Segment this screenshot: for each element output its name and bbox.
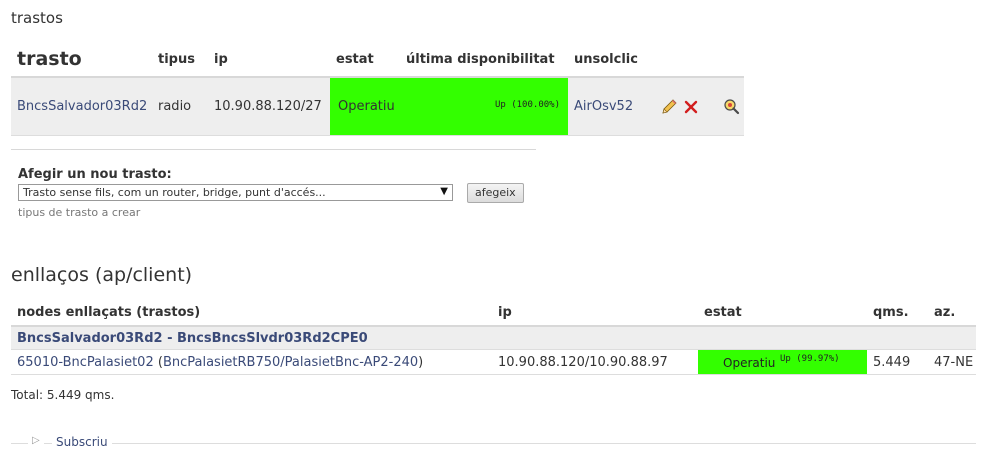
col-header-availability: última disponibilitat [400, 42, 568, 78]
device-type: radio [152, 77, 208, 136]
link-group-row: BncsSalvador03Rd2 - BncsBncsSlvdr03Rd2CP… [11, 326, 976, 350]
device-row: BncsSalvador03Rd2 radio 10.90.88.120/27 … [11, 77, 744, 136]
link-status-cell: Operatiu Up (99.97%) [698, 349, 867, 375]
add-device-label: Afegir un nou trasto: [18, 167, 172, 182]
device-ip: 10.90.88.120/27 [208, 77, 330, 136]
devices-section-title: trastos [11, 9, 63, 27]
section-divider [11, 149, 536, 150]
device-status: Operatiu [338, 99, 395, 114]
add-device-form: Afegir un nou trasto: Trasto sense fils,… [18, 167, 524, 219]
total-distance: Total: 5.449 qms. [11, 388, 115, 402]
search-icon[interactable] [722, 98, 740, 116]
link-qms: 5.449 [867, 349, 928, 375]
col-header-ip: ip [208, 42, 330, 78]
link-ip: 10.90.88.120/10.90.88.97 [492, 349, 698, 375]
col-header-actions [654, 42, 744, 78]
subscribe-link[interactable]: Subscriu [52, 435, 112, 449]
device-type-selected: Trasto sense fils, com un router, bridge… [23, 186, 326, 199]
links-section-title: enllaços (ap/client) [11, 264, 193, 286]
link-group-name[interactable]: BncsSalvador03Rd2 - BncsBncsSlvdr03Rd2CP… [17, 331, 368, 346]
links-table: nodes enllaçats (trastos) ip estat qms. … [11, 300, 976, 375]
dropdown-arrow-icon: ▼ [440, 186, 448, 197]
edit-icon[interactable] [660, 98, 678, 116]
link-availability: Up (99.97%) [780, 354, 840, 364]
device-actions [654, 77, 744, 136]
device-availability: Up (100.00%) [494, 99, 560, 110]
devices-table: trasto tipus ip estat última disponibili… [11, 42, 744, 136]
col-header-device: trasto [11, 42, 152, 78]
link-row: 65010-BncPalasiet02 (BncPalasietRB750/Pa… [11, 349, 976, 375]
device-type-select[interactable]: Trasto sense fils, com un router, bridge… [18, 184, 453, 201]
link-node-link[interactable]: 65010-BncPalasiet02 [17, 355, 154, 370]
col-header-link-ip: ip [492, 300, 698, 327]
add-device-button[interactable]: afegeix [467, 183, 524, 203]
col-header-status: estat [330, 42, 400, 78]
device-name-link[interactable]: BncsSalvador03Rd2 [17, 99, 147, 114]
device-status-cell: Operatiu Up (100.00%) [330, 77, 568, 136]
subscribe-divider [11, 443, 976, 444]
col-header-type: tipus [152, 42, 208, 78]
col-header-link-status: estat [698, 300, 867, 327]
link-status: Operatiu [723, 356, 776, 370]
col-header-unsolclic: unsolclic [568, 42, 654, 78]
devices-header-row: trasto tipus ip estat última disponibili… [11, 42, 744, 78]
delete-icon[interactable] [682, 98, 700, 116]
link-device-link[interactable]: BncPalasietRB750/PalasietBnc-AP2-240 [163, 355, 418, 370]
expand-triangle-icon[interactable]: ▷ [28, 435, 44, 446]
link-node-paren-close: ) [418, 354, 424, 370]
unsolclic-link[interactable]: AirOsv52 [574, 99, 633, 114]
device-type-help: tipus de trasto a crear [18, 206, 141, 219]
link-node-paren-open: ( [153, 354, 163, 370]
link-az: 47-NE [928, 349, 976, 375]
col-header-az: az. [928, 300, 976, 327]
links-header-row: nodes enllaçats (trastos) ip estat qms. … [11, 300, 976, 327]
col-header-nodes: nodes enllaçats (trastos) [11, 300, 492, 327]
col-header-qms: qms. [867, 300, 928, 327]
